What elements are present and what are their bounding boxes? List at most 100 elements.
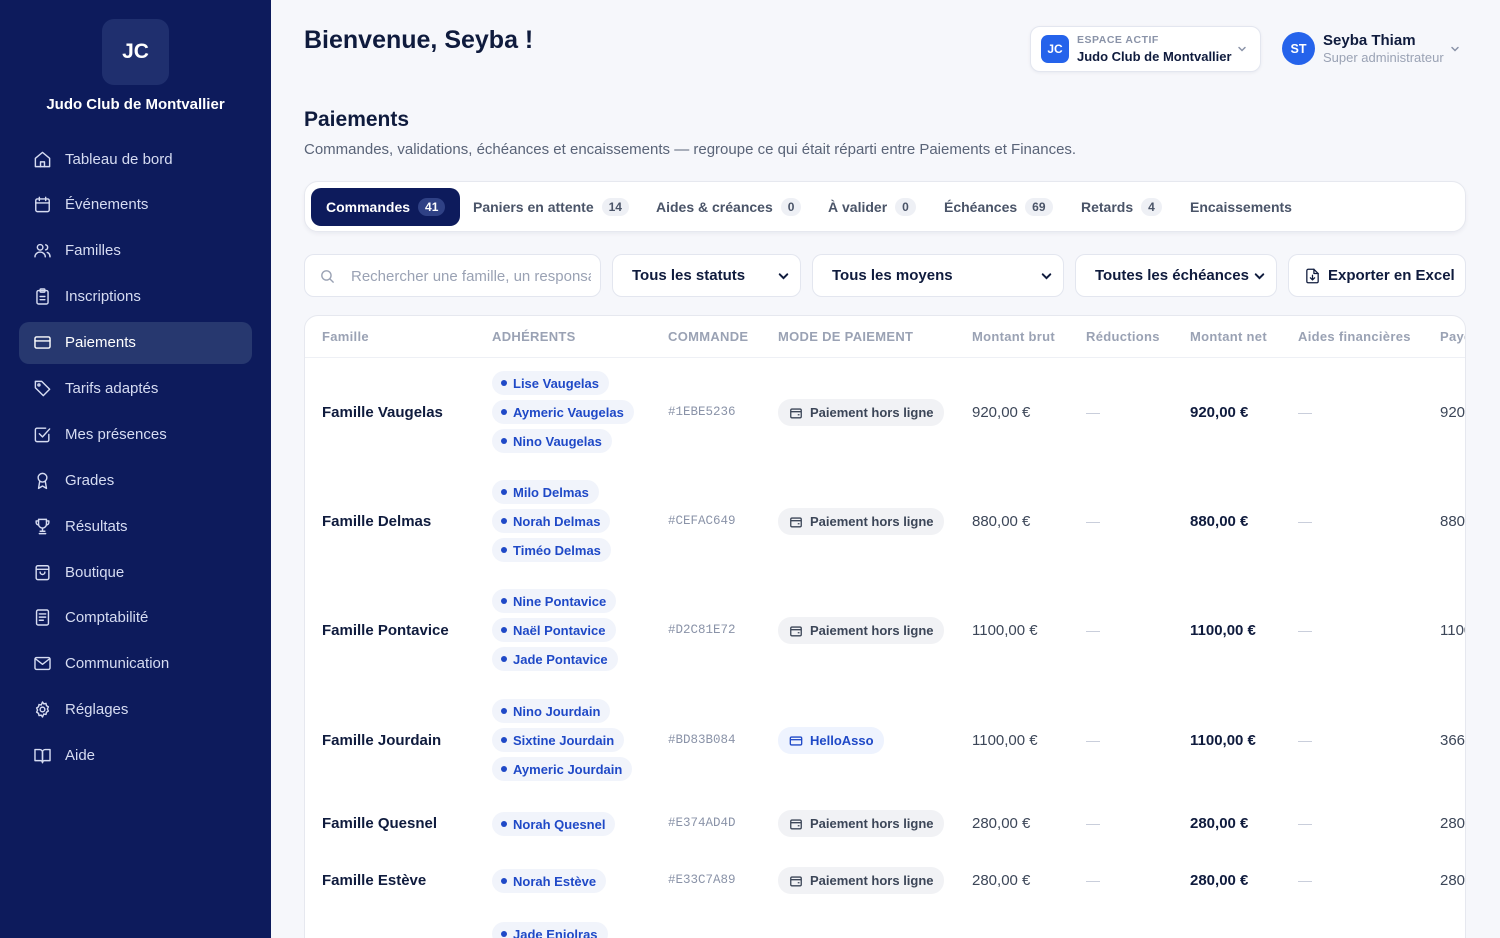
sidebar-item-communication[interactable]: Communication (19, 643, 252, 685)
family-name: Famille Estève (322, 872, 427, 889)
user-role: Super administrateur (1323, 50, 1444, 65)
credit-card-icon (34, 336, 51, 349)
sidebar-item-inscriptions[interactable]: Inscriptions (19, 276, 252, 318)
column-header[interactable]: COMMANDE (668, 329, 748, 344)
sidebar-item-familles[interactable]: Familles (19, 230, 252, 272)
member-chip[interactable]: Timéo Delmas (492, 538, 611, 562)
column-header[interactable]: Réductions (1086, 329, 1160, 344)
paid-amount: 1100 (1440, 622, 1465, 639)
sidebar-item-label: Aide (65, 747, 96, 765)
order-id[interactable]: #1EBE5236 (668, 405, 736, 419)
order-id[interactable]: #E33C7A89 (668, 873, 736, 887)
tab-echeances[interactable]: Échéances 69 (929, 188, 1068, 226)
order-id[interactable]: #E374AD4D (668, 816, 736, 830)
family-name: Famille Jourdain (322, 732, 442, 749)
member-chip[interactable]: Nino Vaugelas (492, 429, 612, 453)
sidebar-item-boutique[interactable]: Boutique (19, 551, 252, 593)
member-chip[interactable]: Aymeric Vaugelas (492, 400, 634, 424)
column-header[interactable]: Montant net (1190, 329, 1267, 344)
tab-encaissements[interactable]: Encaissements (1175, 188, 1307, 226)
payment-mode-label: Paiement hors ligne (810, 816, 934, 831)
gross-amount: 1100,00 € (972, 622, 1038, 639)
sidebar-item-tarifs-adaptes[interactable]: Tarifs adaptés (19, 367, 252, 409)
reductions-empty (1086, 413, 1100, 414)
payment-mode-label: Paiement hors ligne (810, 514, 934, 529)
search-box (304, 254, 601, 297)
sidebar-item-paiements[interactable]: Paiements (19, 321, 252, 364)
sidebar-item-evenements[interactable]: Événements (19, 184, 252, 226)
user-name[interactable]: Seyba Thiam (1323, 32, 1416, 49)
tab-count: 0 (895, 198, 916, 216)
payment-mode-label: Paiement hors ligne (810, 873, 934, 888)
column-header[interactable]: Payé (1440, 329, 1465, 344)
member-chip[interactable]: Sixtine Jourdain (492, 728, 625, 752)
member-chip[interactable]: Norah Estève (492, 869, 607, 893)
member-chip[interactable]: Norah Quesnel (492, 812, 616, 836)
member-chip[interactable]: Jade Enjolras (492, 922, 608, 938)
member-chip[interactable]: Naël Pontavice (492, 618, 616, 642)
member-chip[interactable]: Norah Delmas (492, 509, 611, 533)
sidebar-item-resultats[interactable]: Résultats (19, 505, 252, 547)
award-icon (37, 472, 48, 489)
space-avatar: JC (1041, 35, 1069, 63)
tab-label: Aides & créances (656, 199, 773, 215)
net-amount: 1100,00 € (1190, 732, 1256, 749)
status-select[interactable]: Tous les statuts (612, 254, 801, 297)
export-excel-button[interactable]: Exporter en Excel (1288, 254, 1466, 297)
avatar[interactable]: ST (1282, 32, 1315, 65)
order-id[interactable]: #D2C81E72 (668, 623, 736, 637)
sidebar-item-grades[interactable]: Grades (19, 459, 252, 501)
sidebar-item-tableau-de-bord[interactable]: Tableau de bord (19, 138, 252, 180)
orders-table: Famille ADHÉRENTS COMMANDE MODE DE PAIEM… (304, 315, 1466, 938)
paid-amount: 920 (1440, 404, 1466, 421)
tab-retards[interactable]: Retards 4 (1066, 188, 1177, 226)
chevron-down-icon (1254, 273, 1265, 280)
column-header[interactable]: Famille (322, 329, 369, 344)
column-header[interactable]: Montant brut (972, 329, 1055, 344)
paid-amount: 280 (1440, 815, 1466, 832)
order-id[interactable]: #BD83B084 (668, 733, 736, 747)
ledger-icon (35, 609, 50, 627)
tab-count: 41 (418, 198, 446, 216)
search-input[interactable] (351, 265, 591, 287)
sidebar-item-mes-presences[interactable]: Mes présences (19, 413, 252, 455)
financial-aid-empty (1298, 631, 1312, 632)
payment-mode-label: HelloAsso (810, 733, 874, 748)
page-description: Commandes, validations, échéances et enc… (304, 141, 1077, 158)
gross-amount: 880,00 € (972, 513, 1031, 530)
sidebar-item-comptabilite[interactable]: Comptabilité (19, 597, 252, 639)
member-chip[interactable]: Milo Delmas (492, 480, 599, 504)
wallet-icon (790, 625, 802, 636)
tab-label: Paniers en attente (473, 199, 594, 215)
column-header[interactable]: Aides financières (1298, 329, 1411, 344)
tab-label: Retards (1081, 199, 1134, 215)
member-chip[interactable]: Lise Vaugelas (492, 371, 609, 395)
gear-icon (35, 701, 50, 718)
tab-a-valider[interactable]: À valider 0 (813, 188, 931, 226)
family-name: Famille Pontavice (322, 622, 449, 639)
member-chip[interactable]: Nine Pontavice (492, 589, 617, 613)
net-amount: 880,00 € (1190, 513, 1249, 530)
column-header[interactable]: MODE DE PAIEMENT (778, 329, 913, 344)
active-space-switcher[interactable]: JC ESPACE ACTIF Judo Club de Montvallier (1030, 26, 1261, 72)
chevron-down-icon[interactable] (1449, 43, 1461, 55)
tab-paniers-en-attente[interactable]: Paniers en attente 14 (458, 188, 644, 226)
column-header[interactable]: ADHÉRENTS (492, 329, 576, 344)
credit-card-icon (789, 735, 803, 746)
export-label: Exporter en Excel (1328, 267, 1455, 284)
order-id[interactable]: #CEFAC649 (668, 514, 736, 528)
deadlines-select[interactable]: Toutes les échéances (1075, 254, 1277, 297)
wallet-icon (790, 818, 802, 829)
payment-mode-label: Paiement hors ligne (810, 405, 934, 420)
tab-aides-creances[interactable]: Aides & créances 0 (641, 188, 816, 226)
sidebar-item-label: Familles (65, 242, 121, 260)
member-chip[interactable]: Nino Jourdain (492, 699, 611, 723)
tab-commandes[interactable]: Commandes 41 (311, 188, 461, 226)
sidebar-item-label: Paiements (65, 334, 136, 352)
sidebar-item-aide[interactable]: Aide (19, 735, 252, 777)
payment-means-select[interactable]: Tous les moyens (812, 254, 1064, 297)
member-chip[interactable]: Aymeric Jourdain (492, 757, 633, 781)
reductions-empty (1086, 522, 1100, 523)
member-chip[interactable]: Jade Pontavice (492, 647, 618, 671)
sidebar-item-reglages[interactable]: Réglages (19, 689, 252, 731)
